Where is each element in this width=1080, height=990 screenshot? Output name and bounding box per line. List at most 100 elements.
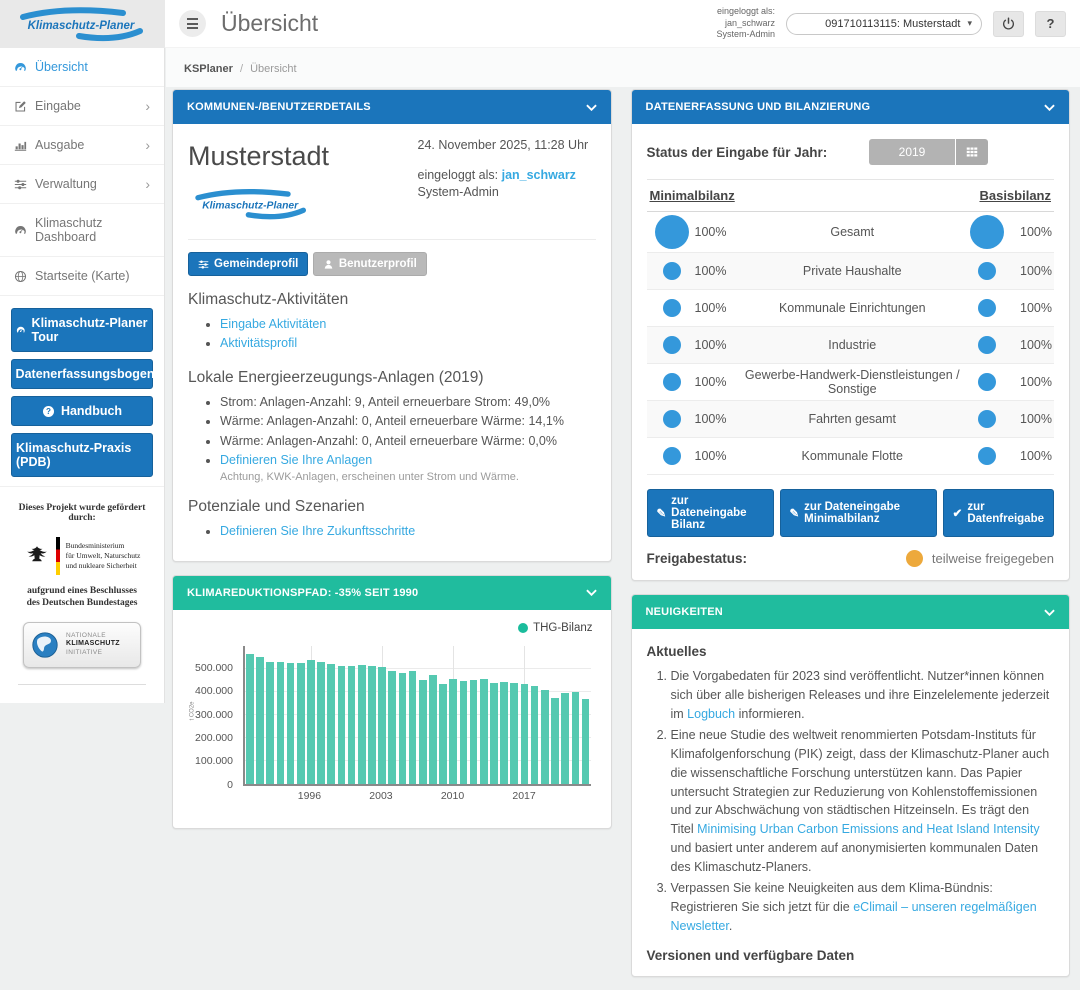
chart-plot-area bbox=[243, 646, 591, 786]
pencil-icon: ✎ bbox=[657, 506, 667, 520]
news-item: Die Vorgabedaten für 2023 sind veröffent… bbox=[671, 667, 1055, 723]
gemeindeprofil-button[interactable]: Gemeindeprofil bbox=[188, 252, 308, 276]
sector-label: Private Haushalte bbox=[741, 264, 965, 278]
basis-percent: 100% bbox=[1010, 301, 1052, 315]
sidebar-item-eingabe[interactable]: Eingabe › bbox=[0, 87, 164, 126]
power-icon bbox=[1002, 17, 1015, 30]
news-link[interactable]: Logbuch bbox=[687, 707, 735, 721]
news-card-header[interactable]: NEUIGKEITEN bbox=[632, 595, 1070, 629]
decree-text: aufgrund eines Beschlusses des Deutschen… bbox=[10, 585, 154, 610]
help-button[interactable]: ? bbox=[1035, 11, 1066, 37]
status-dot-orange-icon bbox=[906, 550, 923, 567]
sidebar-item-klimaschutz-dashboard[interactable]: Klimaschutz Dashboard bbox=[0, 204, 164, 257]
thg-bar bbox=[256, 657, 264, 784]
minimal-percent: 100% bbox=[695, 264, 741, 278]
thg-bar bbox=[490, 683, 498, 783]
grid-icon bbox=[966, 146, 978, 158]
ministry-logo: Bundesministerium für Umwelt, Naturschut… bbox=[10, 537, 154, 575]
chevron-right-icon: › bbox=[145, 99, 150, 113]
completion-dot-icon bbox=[978, 299, 996, 317]
minimal-percent: 100% bbox=[695, 449, 741, 463]
svg-text:Klimaschutz-Planer: Klimaschutz-Planer bbox=[202, 201, 299, 212]
year-picker-button[interactable] bbox=[956, 139, 988, 165]
chevron-down-icon[interactable] bbox=[1044, 104, 1055, 111]
thg-bar bbox=[409, 671, 417, 784]
balance-table-row: 100%Kommunale Einrichtungen100% bbox=[647, 290, 1055, 327]
thg-bar bbox=[327, 664, 335, 783]
datenfreigabe-button[interactable]: ✔ zur Datenfreigabe bbox=[943, 489, 1054, 537]
breadcrumb-current: Übersicht bbox=[250, 63, 296, 75]
basis-percent: 100% bbox=[1010, 264, 1052, 278]
thg-bar bbox=[480, 679, 488, 784]
completion-dot-icon bbox=[663, 373, 681, 391]
municipality-select[interactable]: 091710113115: Musterstadt ▾ bbox=[786, 13, 982, 35]
year-input[interactable]: 2019 bbox=[869, 139, 955, 165]
basisbilanz-header[interactable]: Basisbilanz bbox=[979, 188, 1051, 203]
sector-label: Kommunale Flotte bbox=[741, 449, 965, 463]
benutzerprofil-button[interactable]: Benutzerprofil bbox=[313, 252, 427, 276]
federal-eagle-icon bbox=[24, 543, 50, 569]
username-link[interactable]: jan_schwarz bbox=[502, 168, 576, 182]
neuigkeiten-card: NEUIGKEITEN Aktuelles Die Vorgabedaten f… bbox=[631, 594, 1071, 977]
chevron-down-icon[interactable] bbox=[586, 104, 597, 111]
news-link[interactable]: eClimail – unseren regelmäßigen Newslett… bbox=[671, 900, 1037, 933]
help-icon: ? bbox=[1047, 16, 1055, 31]
news-list: Die Vorgabedaten für 2023 sind veröffent… bbox=[647, 667, 1055, 936]
funding-intro: Dieses Projekt wurde gefördert durch: bbox=[10, 503, 154, 523]
chevron-down-icon[interactable] bbox=[586, 589, 597, 596]
balance-table-row: 100%Private Haushalte100% bbox=[647, 253, 1055, 290]
eingabe-aktivitaeten-link[interactable]: Eingabe Aktivitäten bbox=[220, 317, 326, 331]
handbuch-button[interactable]: ? Handbuch bbox=[11, 396, 153, 426]
zukunftsschritte-link[interactable]: Definieren Sie Ihre Zukunftsschritte bbox=[220, 524, 415, 538]
aktivitaetsprofil-link[interactable]: Aktivitätsprofil bbox=[220, 336, 297, 350]
logout-button[interactable] bbox=[993, 11, 1024, 37]
gauge-icon bbox=[14, 61, 27, 74]
thg-bar bbox=[510, 683, 518, 784]
chart-card-header[interactable]: KLIMAREDUKTIONSPFAD: -35% SEIT 1990 bbox=[173, 576, 611, 610]
pencil-icon: ✎ bbox=[790, 506, 800, 520]
sidebar-item-startseite-karte[interactable]: Startseite (Karte) bbox=[0, 257, 164, 296]
chevron-down-icon[interactable] bbox=[1044, 609, 1055, 616]
sidebar: Übersicht Eingabe › Ausgabe › Verwaltung… bbox=[0, 48, 165, 703]
app-logo[interactable]: Klimaschutz-Planer bbox=[0, 0, 165, 48]
klimaschutz-praxis-button[interactable]: Klimaschutz-Praxis (PDB) bbox=[11, 433, 153, 477]
plants-strom: Strom: Anlagen-Anzahl: 9, Anteil erneuer… bbox=[220, 393, 596, 412]
minimalbilanz-header[interactable]: Minimalbilanz bbox=[650, 188, 735, 203]
hamburger-menu-icon[interactable] bbox=[179, 10, 206, 37]
sidebar-item-uebersicht[interactable]: Übersicht bbox=[0, 48, 164, 87]
basis-percent: 100% bbox=[1010, 225, 1052, 239]
dateneingabe-bilanz-button[interactable]: ✎ zur Dateneingabe Bilanz bbox=[647, 489, 774, 537]
basis-percent: 100% bbox=[1010, 449, 1052, 463]
thg-bar bbox=[399, 673, 407, 784]
news-link[interactable]: Minimising Urban Carbon Emissions and He… bbox=[697, 822, 1040, 836]
legend-dot-icon bbox=[518, 623, 528, 633]
datenerfassungsbogen-button[interactable]: Datenerfassungsbogen bbox=[11, 359, 153, 389]
sliders-icon bbox=[198, 259, 209, 270]
sector-label: Gewerbe-Handwerk-Dienstleistungen / Sons… bbox=[741, 368, 965, 396]
balance-card-header[interactable]: DATENERFASSUNG UND BILANZIERUNG bbox=[632, 90, 1070, 124]
definieren-anlagen-link[interactable]: Definieren Sie Ihre Anlagen bbox=[220, 453, 372, 467]
tour-button[interactable]: Klimaschutz-Planer Tour bbox=[11, 308, 153, 352]
sidebar-item-ausgabe[interactable]: Ausgabe › bbox=[0, 126, 164, 165]
thg-bar bbox=[388, 671, 396, 783]
current-datetime: 24. November 2025, 11:28 Uhr bbox=[418, 137, 596, 154]
freigabe-status: teilweise freigegeben bbox=[906, 550, 1054, 567]
news-item: Eine neue Studie des weltweit renommiert… bbox=[671, 726, 1055, 876]
sector-label: Industrie bbox=[741, 338, 965, 352]
sidebar-item-verwaltung[interactable]: Verwaltung › bbox=[0, 165, 164, 204]
breadcrumb-root[interactable]: KSPlaner bbox=[184, 63, 233, 75]
datenerfassung-bilanzierung-card: DATENERFASSUNG UND BILANZIERUNG Status d… bbox=[631, 89, 1071, 581]
completion-dot-icon bbox=[978, 447, 996, 465]
chevron-right-icon: › bbox=[145, 138, 150, 152]
details-card-header[interactable]: KOMMUNEN-/BENUTZERDETAILS bbox=[173, 90, 611, 124]
basis-percent: 100% bbox=[1010, 338, 1052, 352]
plants-heading: Lokale Energieerzeugungs-Anlagen (2019) bbox=[188, 369, 596, 387]
versions-heading: Versionen und verfügbare Daten bbox=[647, 948, 1055, 963]
thg-bar bbox=[572, 692, 580, 784]
svg-text:Klimaschutz-Planer: Klimaschutz-Planer bbox=[27, 20, 134, 32]
balance-table-row: 100%Fahrten gesamt100% bbox=[647, 401, 1055, 438]
dateneingabe-minimalbilanz-button[interactable]: ✎ zur Dateneingabe Minimalbilanz bbox=[780, 489, 937, 537]
thg-bar bbox=[338, 666, 346, 784]
completion-dot-icon bbox=[663, 336, 681, 354]
potentials-heading: Potenziale und Szenarien bbox=[188, 498, 596, 516]
